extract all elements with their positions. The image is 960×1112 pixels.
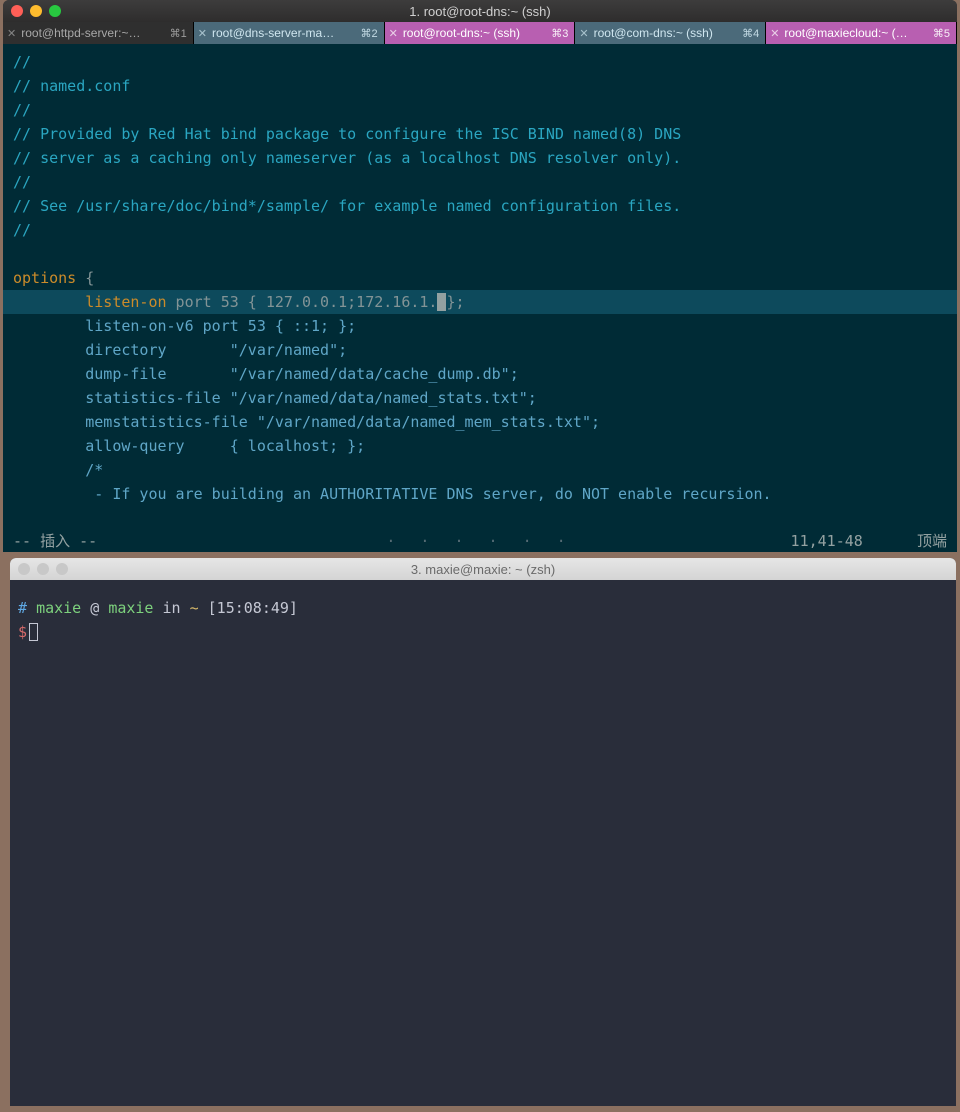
code-line: // bbox=[3, 50, 957, 74]
tab-shortcut: ⌘4 bbox=[742, 27, 759, 40]
code-line: // See /usr/share/doc/bind*/sample/ for … bbox=[3, 194, 957, 218]
close-tab-icon[interactable]: ✕ bbox=[389, 27, 398, 40]
editor-pane[interactable]: // // named.conf // // Provided by Red H… bbox=[3, 44, 957, 552]
traffic-lights bbox=[3, 5, 61, 17]
minimize-icon[interactable] bbox=[37, 563, 49, 575]
vim-scroll-pos: 顶端 bbox=[917, 529, 947, 552]
code-line-highlighted: listen-on port 53 { 127.0.0.1;172.16.1.}… bbox=[3, 290, 957, 314]
vim-cursor-pos: 11,41-48 bbox=[791, 529, 863, 552]
tab-label: root@maxiecloud:~ (… bbox=[784, 26, 928, 40]
prompt-dollar: $ bbox=[18, 623, 27, 641]
code-line: memstatistics-file "/var/named/data/name… bbox=[3, 410, 957, 434]
prompt-user: maxie bbox=[36, 599, 81, 617]
minimize-icon[interactable] bbox=[30, 5, 42, 17]
tab-shortcut: ⌘5 bbox=[933, 27, 950, 40]
code-line: // bbox=[3, 98, 957, 122]
zoom-icon[interactable] bbox=[56, 563, 68, 575]
vim-statusbar: -- 插入 -- · · · · · · 11,41-48 顶端 bbox=[3, 530, 957, 552]
code-line: // bbox=[3, 218, 957, 242]
tab-2[interactable]: ✕ root@dns-server-ma… ⌘2 bbox=[194, 22, 385, 44]
code-line: listen-on-v6 port 53 { ::1; }; bbox=[3, 314, 957, 338]
titlebar-bottom[interactable]: 3. maxie@maxie: ~ (zsh) bbox=[10, 558, 956, 580]
code-line: // bbox=[3, 170, 957, 194]
tab-3[interactable]: ✕ root@root-dns:~ (ssh) ⌘3 bbox=[385, 22, 576, 44]
tab-label: root@root-dns:~ (ssh) bbox=[403, 26, 547, 40]
tab-label: root@httpd-server:~… bbox=[21, 26, 165, 40]
tab-shortcut: ⌘1 bbox=[170, 27, 187, 40]
tab-4[interactable]: ✕ root@com-dns:~ (ssh) ⌘4 bbox=[575, 22, 766, 44]
close-tab-icon[interactable]: ✕ bbox=[198, 27, 207, 40]
prompt-hash: # bbox=[18, 599, 27, 617]
prompt-path: ~ bbox=[190, 599, 199, 617]
code-line: - If you are building an AUTHORITATIVE D… bbox=[3, 482, 957, 506]
window-title-top: 1. root@root-dns:~ (ssh) bbox=[3, 4, 957, 19]
cursor-icon bbox=[29, 623, 38, 641]
titlebar-top[interactable]: 1. root@root-dns:~ (ssh) bbox=[3, 0, 957, 22]
prompt-input-line[interactable]: $ bbox=[18, 620, 948, 644]
tab-label: root@com-dns:~ (ssh) bbox=[594, 26, 738, 40]
code-line: /* bbox=[3, 458, 957, 482]
code-line: // server as a caching only nameserver (… bbox=[3, 146, 957, 170]
prompt-at: @ bbox=[90, 599, 99, 617]
prompt-time: [15:08:49] bbox=[208, 599, 298, 617]
zoom-icon[interactable] bbox=[49, 5, 61, 17]
traffic-lights bbox=[10, 563, 68, 575]
prompt-host: maxie bbox=[108, 599, 153, 617]
window-title-bottom: 3. maxie@maxie: ~ (zsh) bbox=[10, 562, 956, 577]
tab-shortcut: ⌘2 bbox=[360, 27, 377, 40]
status-dots: · · · · · · bbox=[386, 529, 573, 552]
code-line: // named.conf bbox=[3, 74, 957, 98]
option-listen-on: listen-on bbox=[85, 293, 166, 311]
code-line: directory "/var/named"; bbox=[3, 338, 957, 362]
code-line-blank bbox=[3, 242, 957, 266]
tab-shortcut: ⌘3 bbox=[551, 27, 568, 40]
code-line: statistics-file "/var/named/data/named_s… bbox=[3, 386, 957, 410]
close-tab-icon[interactable]: ✕ bbox=[770, 27, 779, 40]
code-line: allow-query { localhost; }; bbox=[3, 434, 957, 458]
tab-5[interactable]: ✕ root@maxiecloud:~ (… ⌘5 bbox=[766, 22, 957, 44]
tab-label: root@dns-server-ma… bbox=[212, 26, 356, 40]
terminal-window-top: 1. root@root-dns:~ (ssh) ✕ root@httpd-se… bbox=[3, 0, 957, 552]
vim-mode: -- 插入 -- bbox=[13, 529, 97, 552]
code-line: dump-file "/var/named/data/cache_dump.db… bbox=[3, 362, 957, 386]
close-tab-icon[interactable]: ✕ bbox=[579, 27, 588, 40]
code-line-options: options { bbox=[3, 266, 957, 290]
prompt-line: # maxie @ maxie in ~ [15:08:49] bbox=[18, 596, 948, 620]
close-icon[interactable] bbox=[11, 5, 23, 17]
keyword-options: options bbox=[13, 269, 76, 287]
prompt-in: in bbox=[163, 599, 181, 617]
code-line: // Provided by Red Hat bind package to c… bbox=[3, 122, 957, 146]
tab-1[interactable]: ✕ root@httpd-server:~… ⌘1 bbox=[3, 22, 194, 44]
close-tab-icon[interactable]: ✕ bbox=[7, 27, 16, 40]
close-icon[interactable] bbox=[18, 563, 30, 575]
terminal-window-bottom: 3. maxie@maxie: ~ (zsh) # maxie @ maxie … bbox=[10, 558, 956, 1106]
shell-pane[interactable]: # maxie @ maxie in ~ [15:08:49] $ bbox=[10, 580, 956, 1106]
tabbar: ✕ root@httpd-server:~… ⌘1 ✕ root@dns-ser… bbox=[3, 22, 957, 44]
